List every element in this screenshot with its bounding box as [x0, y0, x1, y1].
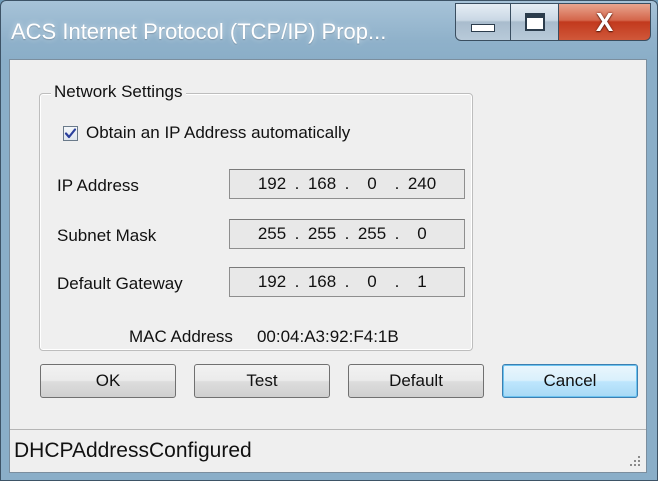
close-icon: X — [595, 7, 614, 37]
gateway-octet-2[interactable]: 168 — [302, 272, 342, 292]
octet-separator: . — [394, 272, 400, 291]
mac-address-row: MAC Address 00:04:A3:92:F4:1B — [129, 327, 399, 347]
auto-ip-checkbox[interactable] — [63, 125, 78, 141]
gateway-octet-4[interactable]: 1 — [402, 272, 442, 292]
close-button[interactable]: X — [559, 3, 651, 41]
group-title: Network Settings — [51, 82, 186, 102]
mask-octet-3[interactable]: 255 — [352, 224, 392, 244]
mask-octet-2[interactable]: 255 — [302, 224, 342, 244]
dialog-window: ACS Internet Protocol (TCP/IP) Prop... X… — [0, 0, 658, 481]
default-gateway-field[interactable]: 192. 168. 0. 1 — [229, 267, 465, 297]
ip-octet-1[interactable]: 192 — [252, 174, 292, 194]
mac-address-value: 00:04:A3:92:F4:1B — [256, 327, 399, 346]
ip-address-field[interactable]: 192. 168. 0. 240 — [229, 169, 465, 199]
minimize-button[interactable] — [455, 3, 511, 41]
maximize-button[interactable] — [511, 3, 559, 41]
gateway-octet-1[interactable]: 192 — [252, 272, 292, 292]
gateway-octet-3[interactable]: 0 — [352, 272, 392, 292]
ip-address-row: IP Address 192. 168. 0. 240 — [57, 169, 471, 199]
dialog-client-area: Network Settings Obtain an IP Address au… — [9, 59, 647, 473]
cancel-button[interactable]: Cancel — [502, 364, 638, 398]
dialog-buttons: OK Test Default Cancel — [40, 364, 640, 400]
octet-separator: . — [344, 224, 350, 243]
minimize-icon — [471, 24, 495, 32]
test-button[interactable]: Test — [194, 364, 330, 398]
auto-ip-label: Obtain an IP Address automatically — [86, 123, 351, 142]
checkmark-icon — [64, 127, 77, 138]
network-settings-group: Network Settings Obtain an IP Address au… — [39, 82, 473, 351]
ok-button[interactable]: OK — [40, 364, 176, 398]
subnet-mask-label: Subnet Mask — [57, 226, 157, 245]
default-gateway-label: Default Gateway — [57, 274, 183, 293]
subnet-mask-field[interactable]: 255. 255. 255. 0 — [229, 219, 465, 249]
resize-grip-icon[interactable] — [628, 454, 642, 468]
ip-octet-2[interactable]: 168 — [302, 174, 342, 194]
mask-octet-4[interactable]: 0 — [402, 224, 442, 244]
window-title: ACS Internet Protocol (TCP/IP) Prop... — [11, 19, 387, 44]
ip-octet-4[interactable]: 240 — [402, 174, 442, 194]
default-button[interactable]: Default — [348, 364, 484, 398]
default-gateway-row: Default Gateway 192. 168. 0. 1 — [57, 267, 471, 297]
subnet-mask-row: Subnet Mask 255. 255. 255. 0 — [57, 219, 471, 249]
status-bar: DHCPAddressConfigured — [10, 429, 646, 472]
octet-separator: . — [344, 174, 350, 193]
octet-separator: . — [294, 224, 300, 243]
mac-address-label: MAC Address — [129, 327, 233, 346]
ip-octet-3[interactable]: 0 — [352, 174, 392, 194]
octet-separator: . — [294, 174, 300, 193]
window-controls: X — [455, 3, 651, 43]
ip-address-label: IP Address — [57, 176, 139, 195]
maximize-icon — [524, 13, 545, 31]
title-bar[interactable]: ACS Internet Protocol (TCP/IP) Prop... X — [1, 1, 657, 59]
status-text: DHCPAddressConfigured — [14, 439, 252, 462]
octet-separator: . — [344, 272, 350, 291]
mask-octet-1[interactable]: 255 — [252, 224, 292, 244]
octet-separator: . — [394, 224, 400, 243]
octet-separator: . — [294, 272, 300, 291]
auto-ip-checkbox-row[interactable]: Obtain an IP Address automatically — [63, 123, 350, 143]
octet-separator: . — [394, 174, 400, 193]
